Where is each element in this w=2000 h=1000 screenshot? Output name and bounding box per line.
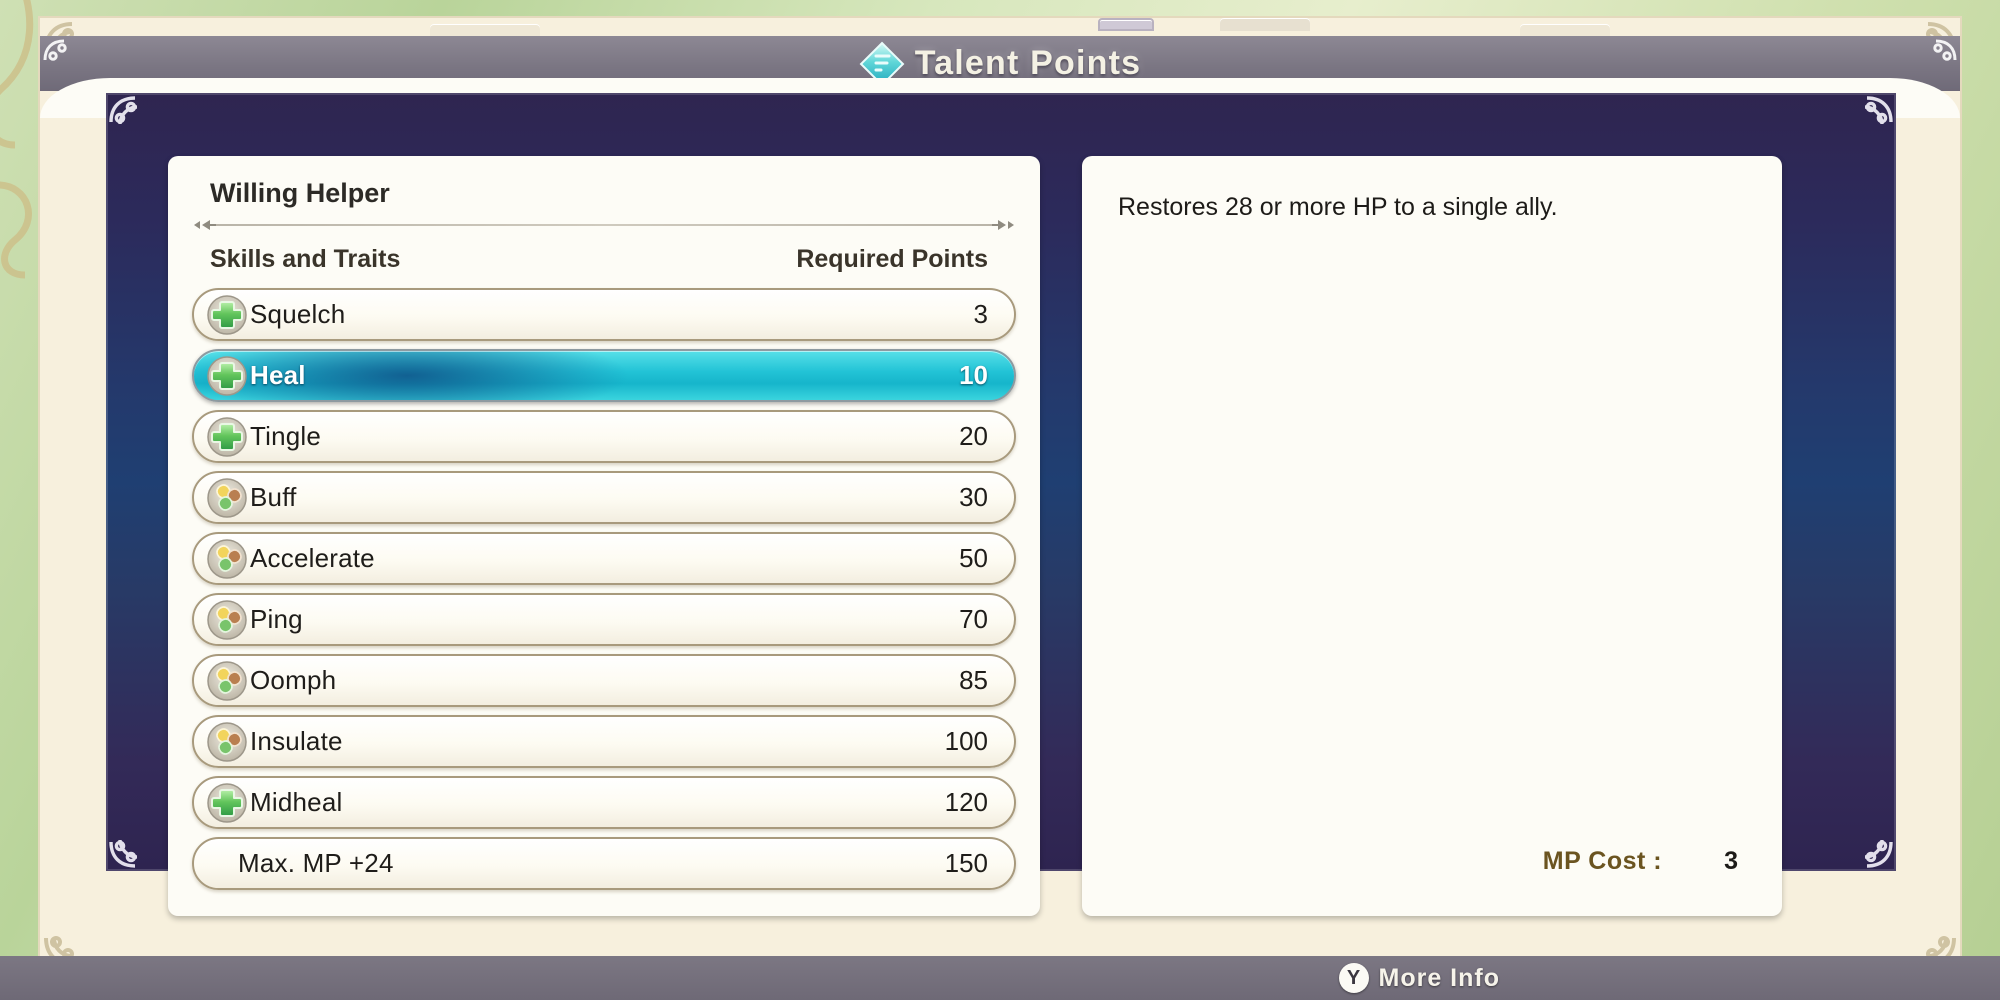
skill-required-points: 50 [959,543,988,573]
header-tab-nub [1098,18,1154,31]
skill-row[interactable]: Oomph 85 [192,654,1016,707]
skill-row[interactable]: Buff 30 [192,471,1016,524]
divider-cap-icon [992,220,1014,230]
skill-row[interactable]: Squelch 3 [192,288,1016,341]
tri-cluster-icon [206,721,248,763]
skill-name: Buff [250,482,297,512]
skill-description: Restores 28 or more HP to a single ally. [1118,193,1558,221]
skill-row[interactable]: Accelerate 50 [192,532,1016,585]
skill-row[interactable]: Ping 70 [192,593,1016,646]
skill-required-points: 3 [973,299,988,329]
skill-required-points: 120 [944,787,988,817]
footer-hint-bar: Y More Info [0,956,2000,1000]
skill-row[interactable]: Insulate 100 [192,715,1016,768]
description-card: Restores 28 or more HP to a single ally.… [1082,156,1782,916]
mp-cost-value: 3 [1724,847,1738,875]
skill-row[interactable]: Midheal 120 [192,776,1016,829]
green-cross-icon [206,782,248,824]
divider-cap-icon [194,220,216,230]
skill-required-points: 30 [959,482,988,512]
skill-name: Accelerate [250,543,375,573]
skills-row-list: Squelch 3 Heal 10 Tingle 20 Buff 30 Accelerate 50… [190,288,1018,890]
column-header-skills: Skills and Traits [210,245,401,273]
y-button-icon: Y [1338,963,1369,993]
more-info-button[interactable]: Y More Info [1338,963,1501,993]
skill-required-points: 100 [944,726,988,756]
skill-required-points: 20 [959,421,988,451]
panel-corner-flourish-icon [1864,839,1893,868]
skill-name: Oomph [250,665,337,695]
tri-cluster-icon [206,538,248,580]
column-headers: Skills and Traits Required Points [190,233,1018,288]
tri-cluster-icon [206,599,248,641]
skill-name: Insulate [250,726,343,756]
skill-name: Heal [250,360,306,390]
skill-name: Max. MP +24 [238,848,394,878]
skill-name: Ping [250,604,303,634]
skill-name: Squelch [250,299,346,329]
more-info-label: More Info [1378,963,1500,992]
skill-required-points: 10 [959,360,988,390]
panel-corner-flourish-icon [1864,96,1893,125]
skill-row[interactable]: Heal 10 [192,349,1016,402]
tri-cluster-icon [206,477,248,519]
green-cross-icon [206,355,248,397]
skill-name: Midheal [250,787,343,817]
skill-required-points: 150 [944,848,988,878]
game-screen: Talent Points Willing Helper Skills and … [0,0,2000,1000]
skill-row[interactable]: Max. MP +24 150 [192,837,1016,890]
skills-list-card: Willing Helper Skills and Traits Require… [168,156,1040,916]
panel-corner-flourish-icon [109,96,138,125]
skill-row[interactable]: Tingle 20 [192,410,1016,463]
skill-required-points: 85 [959,665,988,695]
column-header-points: Required Points [796,245,988,273]
tri-cluster-icon [206,660,248,702]
green-cross-icon [206,416,248,458]
mp-cost-label: MP Cost : [1542,847,1663,875]
green-cross-icon [206,294,248,336]
header-tab-nub [1220,18,1310,31]
mp-cost-row: MP Cost : 3 [1543,847,1738,876]
window-frame: Talent Points Willing Helper Skills and … [40,18,1960,970]
skill-name: Tingle [250,421,322,451]
panel-corner-flourish-icon [109,839,138,868]
vocation-title: Willing Helper [210,178,390,208]
skill-required-points: 70 [959,604,988,634]
title-divider [194,217,1014,233]
